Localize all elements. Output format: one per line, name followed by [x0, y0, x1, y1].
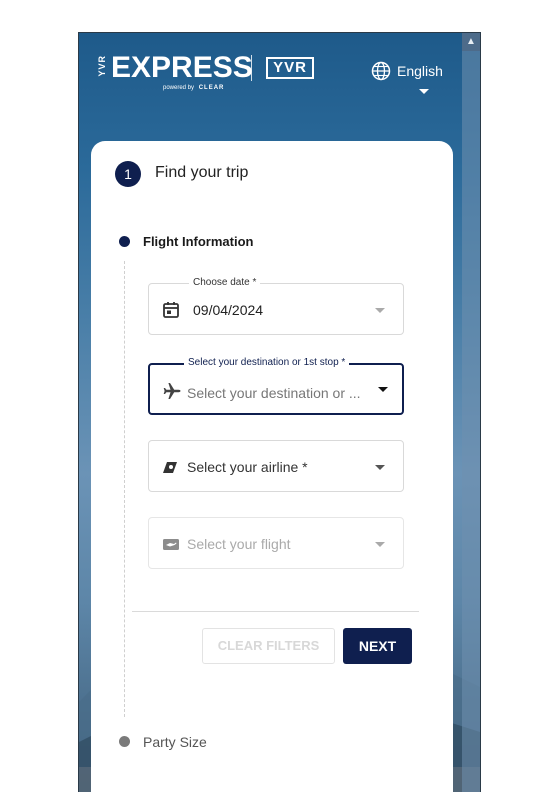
app-window: ▲ YVR EXPRESS powered by CLEAR YVR Engli… — [78, 32, 481, 792]
date-field-label: Choose date * — [189, 277, 261, 288]
timeline-dot-party-size — [119, 736, 130, 747]
clear-filters-button[interactable]: CLEAR FILTERS — [202, 628, 335, 664]
airline-select[interactable]: Select your airline * — [148, 440, 404, 492]
timeline-dot-flight-information — [119, 236, 130, 247]
scroll-up-button[interactable]: ▲ — [462, 33, 480, 51]
chevron-down-icon[interactable] — [375, 308, 385, 313]
flight-placeholder: Select your flight — [187, 536, 291, 552]
logo-prefix: YVR — [97, 55, 107, 77]
logo-express: EXPRESS — [111, 51, 253, 84]
date-value: 09/04/2024 — [193, 302, 264, 318]
header: YVR EXPRESS powered by CLEAR YVR English — [79, 33, 464, 133]
find-trip-card: 1 Find your trip Flight Information Choo… — [91, 141, 453, 792]
next-button[interactable]: NEXT — [343, 628, 412, 664]
chevron-down-icon[interactable] — [419, 89, 429, 94]
destination-placeholder: Select your destination or ... — [187, 385, 361, 401]
timeline-connector — [124, 261, 125, 717]
chevron-down-icon[interactable] — [375, 542, 385, 547]
flight-ticket-icon — [163, 539, 179, 550]
calendar-icon — [163, 302, 179, 318]
airline-tail-icon — [163, 462, 177, 473]
clear-logo-text: CLEAR — [198, 85, 225, 91]
powered-by-text: powered by CLEAR — [163, 85, 224, 91]
step-number-badge: 1 — [115, 161, 141, 187]
airline-placeholder: Select your airline * — [187, 459, 308, 475]
chevron-down-icon[interactable] — [375, 465, 385, 470]
flight-select[interactable]: Select your flight — [148, 517, 404, 569]
powered-by-label: powered by — [163, 85, 195, 91]
yvr-logo: YVR — [266, 57, 314, 79]
scrollbar[interactable] — [462, 33, 480, 792]
logo-divider — [251, 55, 252, 81]
flight-information-heading: Flight Information — [143, 234, 254, 249]
destination-select[interactable]: Select your destination or 1st stop * Se… — [148, 357, 404, 415]
airplane-icon — [163, 383, 181, 399]
destination-field-label: Select your destination or 1st stop * — [184, 357, 350, 368]
language-label: English — [397, 63, 443, 79]
date-picker-field[interactable]: Choose date * 09/04/2024 — [148, 277, 404, 335]
language-selector[interactable]: English — [371, 61, 443, 81]
chevron-down-icon[interactable] — [378, 387, 388, 392]
party-size-heading[interactable]: Party Size — [143, 734, 207, 750]
globe-icon — [371, 61, 391, 81]
step-title: Find your trip — [155, 164, 249, 181]
section-divider — [132, 611, 419, 612]
